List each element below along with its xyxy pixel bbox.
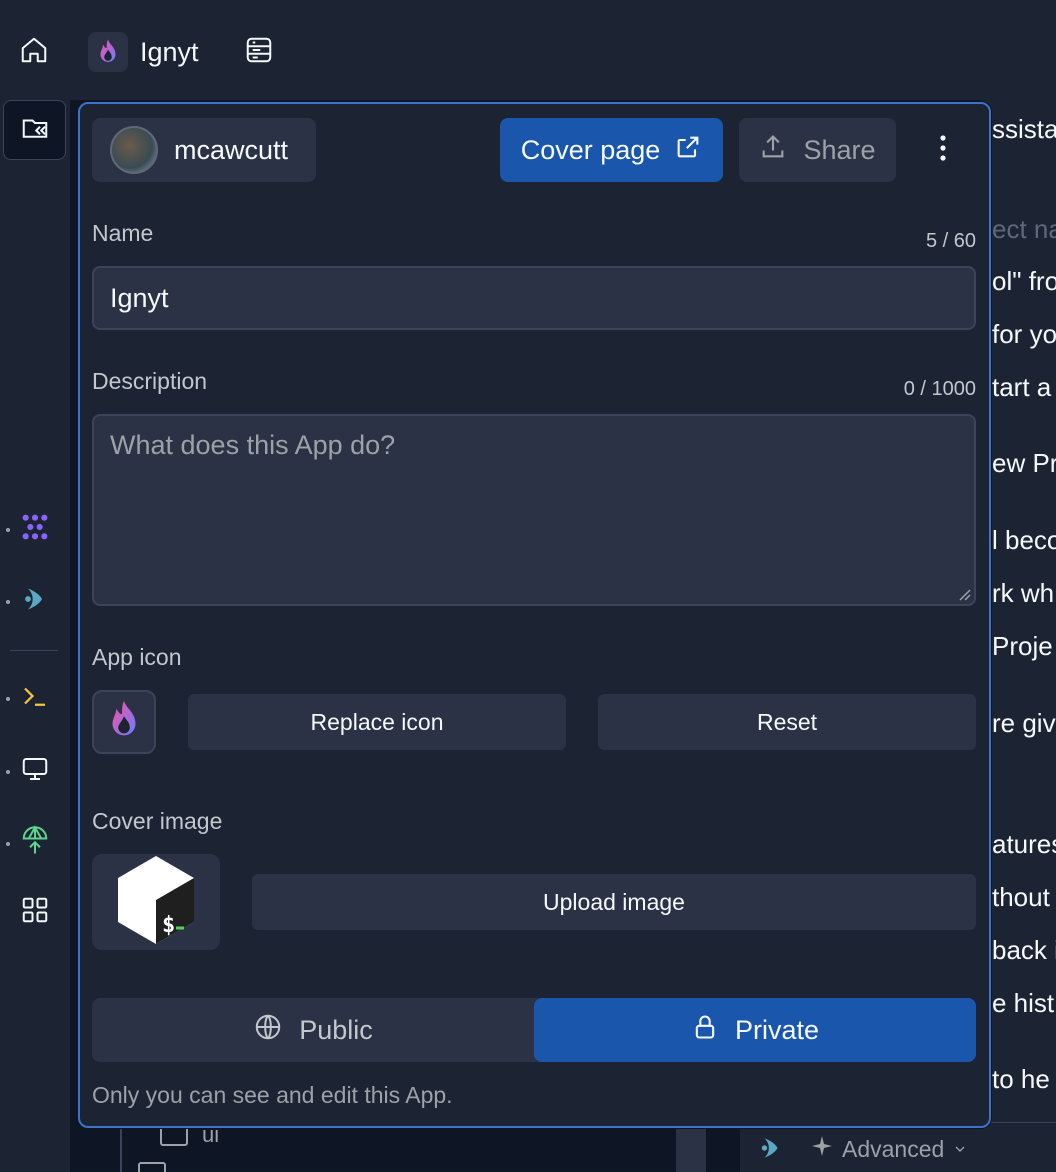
avatar (110, 126, 158, 174)
description-input[interactable] (92, 414, 976, 606)
sidebar-item-webview[interactable] (18, 754, 52, 788)
home-icon (19, 35, 49, 70)
sidebar-item-deploy[interactable] (18, 824, 52, 862)
app-title: Ignyt (140, 36, 199, 67)
grid-icon (20, 895, 50, 930)
replace-icon-button[interactable]: Replace icon (188, 694, 566, 750)
chat-text: ssistan (992, 114, 1056, 144)
chat-text: ol" fro (992, 266, 1056, 296)
name-label: Name (92, 220, 154, 246)
sidebar-item-all-tools[interactable] (18, 895, 52, 929)
left-sidebar (0, 100, 70, 1172)
share-button[interactable]: Share (739, 118, 896, 182)
private-label: Private (734, 1014, 820, 1045)
chat-text: e hist (992, 988, 1055, 1018)
upload-icon (759, 133, 787, 168)
more-options-button[interactable] (918, 126, 968, 174)
sidebar-divider (10, 650, 58, 651)
advanced-button[interactable]: Advanced (810, 1134, 968, 1164)
sidebar-dot (6, 528, 10, 532)
resize-handle-icon[interactable] (954, 584, 972, 602)
chat-text: rk wh (992, 578, 1055, 608)
chat-text: Proje (992, 631, 1053, 661)
app-logo-icon (88, 32, 128, 72)
chat-text: thout (992, 882, 1050, 912)
reset-icon-button[interactable]: Reset (598, 694, 976, 750)
app-settings-popover (78, 102, 991, 1128)
visibility-toggle: Public Private (92, 998, 976, 1062)
dots-grid-icon (19, 511, 51, 548)
chat-text: atures (992, 829, 1056, 859)
name-input[interactable] (92, 266, 976, 330)
advanced-label: Advanced (842, 1135, 945, 1162)
chat-text: l beco (992, 525, 1056, 555)
files-button[interactable] (3, 100, 66, 160)
app-icon-label: App icon (92, 644, 182, 670)
terminal-icon (20, 681, 50, 716)
chevron-down-icon (952, 1136, 968, 1163)
chat-text: ew Pr (992, 448, 1056, 478)
lock-icon (691, 1012, 719, 1049)
sparkle-icon (810, 1134, 834, 1164)
folder-collapse-icon (20, 113, 50, 148)
app-logo-icon (101, 697, 147, 748)
visibility-help-text: Only you can see and edit this App. (92, 1082, 453, 1108)
assistant-icon (758, 1134, 784, 1167)
app-title-tab[interactable]: Ignyt (88, 32, 199, 72)
cover-image-preview: $ (92, 854, 220, 950)
chat-text: re give (992, 708, 1056, 738)
sidebar-dot (6, 697, 10, 701)
globe-icon (253, 1012, 283, 1049)
server-icon (244, 35, 274, 70)
cover-page-button[interactable]: Cover page (500, 118, 723, 182)
folder-icon (138, 1162, 166, 1172)
svg-text:$: $ (162, 913, 175, 938)
cover-page-label: Cover page (520, 134, 661, 165)
tree-guide-line (120, 1126, 122, 1172)
share-label: Share (803, 134, 876, 165)
sidebar-dot (6, 600, 10, 604)
assistant-icon (21, 584, 49, 619)
chat-text: for yo (992, 319, 1056, 349)
kebab-menu-icon (939, 134, 947, 167)
sidebar-dot (6, 770, 10, 774)
monitor-icon (20, 754, 50, 789)
chat-text: to he (992, 1064, 1050, 1094)
private-option[interactable]: Private (534, 998, 976, 1062)
description-char-counter: 0 / 1000 (903, 378, 976, 400)
owner-chip[interactable]: mcawcutt (92, 118, 316, 182)
name-char-counter: 5 / 60 (925, 230, 976, 252)
external-link-icon (674, 133, 702, 168)
chat-text: tart a (992, 372, 1052, 402)
sidebar-item-assistant[interactable] (18, 584, 52, 618)
sidebar-dot (6, 842, 10, 846)
chat-text: ect na (992, 214, 1056, 244)
sidebar-item-shell[interactable] (18, 681, 52, 715)
public-label: Public (299, 1014, 373, 1045)
chat-text: back i (992, 935, 1056, 965)
upload-image-button[interactable]: Upload image (252, 874, 976, 930)
home-button[interactable] (14, 32, 54, 72)
app-icon-preview (92, 690, 156, 754)
sidebar-item-agent[interactable] (18, 512, 52, 546)
scrollbar[interactable] (676, 1126, 706, 1172)
bash-cube-icon: $ (114, 854, 198, 951)
public-option[interactable]: Public (92, 998, 534, 1062)
cover-image-label: Cover image (92, 808, 223, 834)
owner-username: mcawcutt (174, 134, 289, 165)
description-label: Description (92, 368, 208, 394)
deploy-icon (20, 824, 50, 862)
layout-button[interactable] (239, 32, 279, 72)
